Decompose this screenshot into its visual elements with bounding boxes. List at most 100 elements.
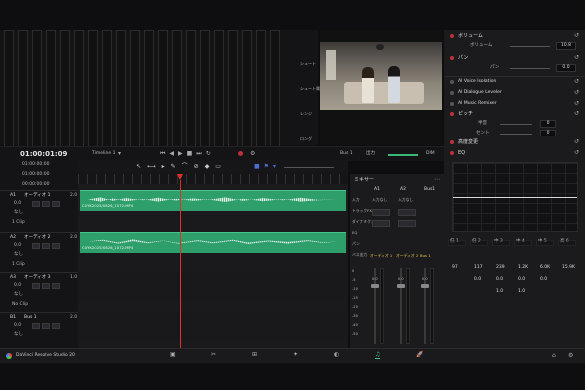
mixer-fx-slot[interactable] [372, 209, 390, 216]
eq-band-toggle[interactable] [514, 240, 532, 246]
eq-band-freq[interactable]: 15.9K [562, 265, 575, 271]
track-volume[interactable]: 0.0 [14, 201, 21, 207]
eq-band-gain[interactable]: 0.0 [496, 277, 503, 283]
video-frame[interactable] [320, 42, 442, 110]
track-volume[interactable]: 0.0 [14, 243, 21, 249]
pitch-cent-slider[interactable] [500, 134, 532, 135]
track-lane-a1[interactable]: C0YK2025/0826_1072.MP4 [78, 190, 348, 211]
volume-reset-icon[interactable]: ↺ [574, 33, 579, 39]
track-name[interactable]: オーディオ 2 [24, 235, 50, 241]
pitch-reset-icon[interactable]: ↺ [574, 111, 579, 117]
ai-voice-label[interactable]: AI Voice Isolation [458, 79, 496, 85]
fusion-icon[interactable]: ✦ [293, 352, 298, 358]
eq-graph[interactable] [452, 162, 578, 232]
settings-icon[interactable]: ⚙ [568, 353, 573, 359]
track-mode[interactable]: なし [14, 332, 23, 338]
timeline-area[interactable]: ↖⟷▸✎⌒⊘◆▭ ■⚑▾ C0YK2025/0826_1072.MP4 C0YK… [78, 160, 348, 348]
track-mode[interactable]: なし [14, 292, 23, 298]
eq-band-gain[interactable]: 0.0 [474, 277, 481, 283]
mixer-options-icon[interactable]: ⋯ [434, 177, 440, 183]
track-control-button[interactable] [52, 201, 60, 207]
track-header[interactable]: B1 Bus 1 2.0 0.0 なし [0, 312, 78, 351]
eq-band-toggle[interactable] [448, 240, 466, 246]
track-control-button[interactable] [42, 243, 50, 249]
eq-reset-icon[interactable]: ↺ [574, 150, 579, 156]
track-control-button[interactable] [52, 243, 60, 249]
track-control-button[interactable] [32, 323, 40, 329]
track-control-button[interactable] [32, 243, 40, 249]
ai-voice-dot[interactable] [450, 80, 454, 84]
dim-button[interactable]: DIM [426, 151, 435, 157]
volume-value[interactable]: 10.8 [556, 42, 576, 50]
track-lane-a3[interactable] [78, 272, 348, 302]
media-icon[interactable]: ▣ [170, 352, 176, 358]
volume-enable-dot[interactable] [450, 34, 454, 38]
eq-band-toggle[interactable] [492, 240, 510, 246]
track-control-button[interactable] [52, 283, 60, 289]
track-volume[interactable]: 0.0 [14, 283, 21, 289]
record-button[interactable] [238, 151, 243, 156]
edit-tools-icons[interactable]: ↖⟷▸✎⌒⊘◆▭ [136, 164, 227, 170]
track-controls[interactable] [32, 201, 72, 207]
ai-voice-reset-icon[interactable]: ↺ [574, 79, 579, 85]
volume-slider[interactable] [510, 46, 550, 47]
flag-icons[interactable]: ■⚑▾ [254, 164, 280, 170]
mixer-dynamics-slot[interactable] [398, 220, 416, 227]
bus-label[interactable]: Bus 1 [340, 151, 353, 157]
eq-band-toggle[interactable] [470, 240, 488, 246]
mixer-input[interactable]: 入力なし [372, 198, 387, 202]
track-header[interactable]: A1 オーディオ 1 2.0 0.0 なし 1 Clip [0, 190, 78, 229]
eq-band-q[interactable]: 1.0 [496, 289, 503, 295]
track-header[interactable]: A2 オーディオ 2 2.0 0.0 なし 1 Clip [0, 232, 78, 271]
cut-icon[interactable]: ✂ [211, 352, 216, 358]
eq-band-freq[interactable]: 97 [452, 265, 458, 271]
ai-music-dot[interactable] [450, 102, 454, 106]
timeline-selector[interactable]: Timeline 1 [92, 151, 115, 157]
mixer-dynamics-slot[interactable] [372, 220, 390, 227]
ai-music-reset-icon[interactable]: ↺ [574, 101, 579, 107]
pan-value[interactable]: 0.0 [556, 64, 576, 72]
track-mode[interactable]: なし [14, 252, 23, 258]
eq-band-gain[interactable]: 0.0 [518, 277, 525, 283]
eq-band-toggle[interactable] [536, 240, 554, 246]
mixer-fader-knob[interactable] [421, 284, 429, 288]
mixer-input[interactable]: 入力なし [398, 198, 413, 202]
track-name[interactable]: Bus 1 [24, 315, 37, 321]
eq-band-gain[interactable]: 0.0 [540, 277, 547, 283]
deliver-icon[interactable]: 🚀 [416, 352, 423, 358]
monitor-volume-slider[interactable] [388, 154, 418, 156]
track-control-button[interactable] [32, 201, 40, 207]
track-lane-b1[interactable] [78, 312, 348, 342]
settings-icon[interactable]: ⚙ [250, 151, 255, 157]
track-header[interactable]: A3 オーディオ 3 1.0 0.0 なし No Clip [0, 272, 78, 311]
chevron-down-icon[interactable]: ▾ [118, 151, 121, 157]
mixer-fader-knob[interactable] [371, 284, 379, 288]
eq-enable-dot[interactable] [450, 151, 454, 155]
eq-band-freq[interactable]: 239 [496, 265, 505, 271]
eq-band-freq[interactable]: 117 [474, 265, 483, 271]
pitch-semitone-value[interactable]: 0 [540, 120, 556, 128]
ai-dialogue-dot[interactable] [450, 91, 454, 95]
track-lane-a2[interactable]: C0YK2025/0826_1072.MP4 [78, 232, 348, 253]
ai-dialogue-label[interactable]: AI Dialogue Leveler [458, 90, 502, 96]
ruler[interactable] [78, 174, 348, 184]
track-controls[interactable] [32, 323, 72, 329]
track-volume[interactable]: 0.0 [14, 323, 21, 329]
eq-band-freq[interactable]: 1.2K [518, 265, 528, 271]
clip-a1[interactable]: C0YK2025/0826_1072.MP4 [80, 190, 346, 211]
fairlight-icon[interactable]: ♫ [375, 352, 381, 359]
edit-icon[interactable]: ⊞ [252, 352, 257, 358]
track-control-button[interactable] [52, 323, 60, 329]
track-name[interactable]: オーディオ 3 [24, 275, 50, 281]
timecode-display[interactable]: 01:00:01:09 [20, 150, 67, 158]
eq-band-q[interactable]: 1.0 [518, 289, 525, 295]
eq-section-reset-icon[interactable]: ↺ [574, 139, 579, 145]
output-label[interactable]: 出力 [366, 151, 375, 157]
track-name[interactable]: オーディオ 1 [24, 193, 50, 199]
ai-music-label[interactable]: AI Music Remixer [458, 101, 497, 107]
advanced-dot[interactable] [450, 140, 454, 144]
eq-band-toggle[interactable] [558, 240, 576, 246]
color-icon[interactable]: ◐ [334, 352, 339, 358]
track-control-button[interactable] [42, 323, 50, 329]
home-icon[interactable]: ⌂ [552, 353, 556, 359]
